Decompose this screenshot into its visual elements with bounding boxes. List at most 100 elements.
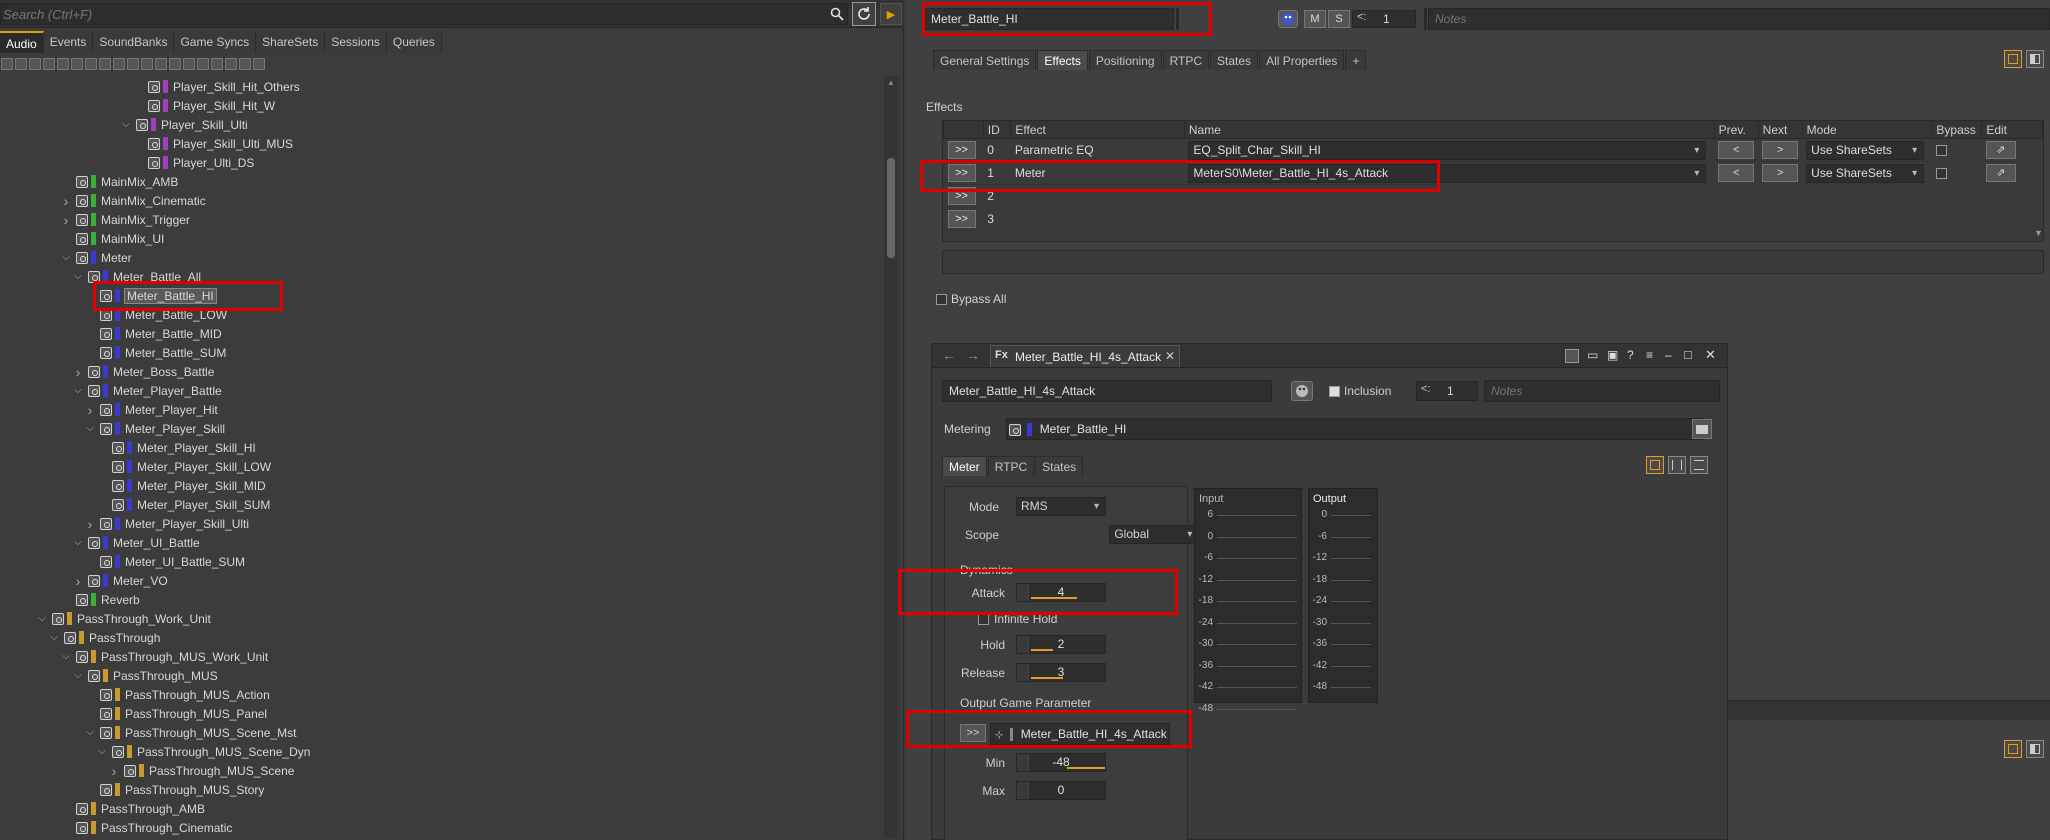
expand-icon[interactable]: › [60,193,72,209]
collapse-icon[interactable]: ⌵ [72,537,84,549]
tree-item[interactable]: PassThrough_MUS_Panel [84,704,267,723]
attack-slider[interactable]: 4 [1016,583,1106,602]
tree-item[interactable]: PassThrough_MUS_Story [84,780,264,799]
tree-item[interactable]: Meter_Battle_MID [84,324,222,343]
effect-row[interactable]: >> 1 Meter MeterS0\Meter_Battle_HI_4s_Attac… [943,161,2043,185]
tree-item[interactable]: PassThrough_Cinematic [60,818,232,837]
minimize-icon[interactable]: – [1665,348,1672,362]
editor-notes-field[interactable] [1484,380,1720,402]
collapse-icon[interactable]: ⌵ [84,423,96,435]
effect-row[interactable]: >> 0 Parametric EQ EQ_Split_Char_Skill_HI < >… [943,138,2043,162]
layout-single-icon[interactable] [2004,50,2022,68]
toolbar-tool-icon[interactable] [239,58,251,70]
maximize-icon[interactable]: □ [1684,347,1692,362]
output-parameter-menu-button[interactable]: >> [960,724,986,742]
pin-icon[interactable] [1565,349,1579,363]
scope-dropdown[interactable]: Global [1109,525,1200,544]
tab-general-settings[interactable]: General Settings [933,50,1037,70]
edit-effect-icon[interactable]: ⇗ [1985,164,2016,182]
bypass-all-checkbox[interactable] [936,293,947,305]
output-parameter-field[interactable]: ⊹ Meter_Battle_HI_4s_Attack [990,723,1170,745]
toolbar-tool-icon[interactable] [225,58,237,70]
tree-item[interactable]: ⌵ Meter_Player_Battle [72,381,222,400]
tree-item[interactable]: › Meter_Player_Skill_Ulti [84,514,249,533]
tab-sessions[interactable]: Sessions [325,31,387,53]
editor-layout-single-icon[interactable] [1646,456,1664,474]
toolbar-tool-icon[interactable] [99,58,111,70]
save-icon[interactable]: ▣ [1607,348,1618,362]
editor-tab-rtpc[interactable]: RTPC [987,456,1035,476]
tree-item[interactable]: › Meter_Player_Hit [84,400,218,419]
tree-item[interactable]: Meter_Player_Skill_MID [96,476,266,495]
tree-item[interactable]: ⌵ PassThrough_MUS_Work_Unit [60,647,268,666]
tree-item[interactable]: › MainMix_Cinematic [60,191,206,210]
collapse-icon[interactable]: ⌵ [72,271,84,283]
tree-item[interactable]: › MainMix_Trigger [60,210,190,229]
tree-item[interactable]: ⌵ PassThrough_MUS_Scene_Dyn [96,742,310,761]
metering-target-field[interactable]: Meter_Battle_HI [1006,418,1704,440]
collapse-icon[interactable]: ⌵ [36,613,48,625]
release-slider[interactable]: 3 [1016,663,1106,682]
collapse-icon[interactable]: ⌵ [120,119,132,131]
forward-icon[interactable]: → [966,347,980,363]
scroll-down-icon[interactable]: ▼ [2034,228,2043,238]
arrow-right-icon[interactable]: ▶ [880,3,902,25]
tree-item[interactable]: ⌵ PassThrough [48,628,160,647]
reference-count[interactable]: <: 1 [1352,10,1416,28]
close-tab-icon[interactable]: ✕ [1165,349,1175,363]
max-slider[interactable]: 0 [1016,781,1106,800]
effect-shareset-dropdown[interactable]: EQ_Split_Char_Skill_HI [1188,140,1707,160]
back-icon[interactable]: ← [942,347,956,363]
tree-item[interactable]: ⌵ Meter_UI_Battle [72,533,200,552]
folder-open-icon[interactable]: ▭ [1587,348,1598,362]
scrollbar-thumb[interactable] [887,158,895,258]
bypass-checkbox[interactable] [1935,168,1947,180]
inclusion-checkbox[interactable] [1329,386,1340,397]
tree-item[interactable]: Player_Skill_Ulti_MUS [132,134,293,153]
toolbar-tool-icon[interactable] [1,58,13,70]
color-palette-icon-2[interactable] [1291,381,1313,401]
editor-tab-meter[interactable]: Meter [942,456,987,476]
tab-sharesets[interactable]: ShareSets [256,31,326,53]
tree-item[interactable]: Meter_Player_Skill_SUM [96,495,270,514]
tree-item[interactable]: ⌵ PassThrough_MUS [72,666,218,685]
tree-item[interactable]: Meter_Battle_LOW [84,305,227,324]
tree-item[interactable]: PassThrough_AMB [60,799,205,818]
tab-queries[interactable]: Queries [386,31,442,53]
next-shareset-button[interactable]: > [1762,164,1799,182]
effect-menu-button[interactable]: >> [947,210,976,228]
prev-shareset-button[interactable]: < [1718,164,1755,182]
expand-icon[interactable]: › [60,212,72,228]
expand-icon[interactable]: › [72,364,84,380]
next-shareset-button[interactable]: > [1762,141,1799,159]
mode-dropdown[interactable]: Use ShareSets [1806,163,1925,183]
tree-item[interactable]: Meter_Battle_SUM [84,343,226,362]
browse-folder-icon[interactable] [1692,419,1712,439]
effect-name-field[interactable]: Meter_Battle_HI_4s_Attack [942,380,1272,402]
tree-item[interactable]: ⌵ Player_Skill_Ulti [120,115,248,134]
tree-item[interactable]: › PassThrough_MUS_Scene [108,761,295,780]
tree-item[interactable]: Meter_Player_Skill_HI [96,438,256,457]
editor-tab[interactable]: Fx Meter_Battle_HI_4s_Attack ✕ [990,345,1180,367]
toolbar-tool-icon[interactable] [71,58,83,70]
toolbar-tool-icon[interactable] [85,58,97,70]
hold-slider[interactable]: 2 [1016,635,1106,654]
tree-item[interactable]: PassThrough_MUS_Action [84,685,270,704]
effect-menu-button[interactable]: >> [947,141,976,159]
refresh-icon[interactable] [852,2,876,26]
tree-item[interactable]: MainMix_AMB [60,172,178,191]
toolbar-tool-icon[interactable] [43,58,55,70]
prev-shareset-button[interactable]: < [1718,141,1755,159]
tree-item[interactable]: Player_Ulti_DS [132,153,254,172]
tab-events[interactable]: Events [43,31,94,53]
tab-game-syncs[interactable]: Game Syncs [174,31,257,53]
mode-dropdown[interactable]: RMS [1016,497,1106,516]
effect-row[interactable]: >> 3 [943,207,2043,231]
expand-icon[interactable]: › [84,402,96,418]
toolbar-tool-icon[interactable] [127,58,139,70]
collapse-icon[interactable]: ⌵ [84,727,96,739]
tree-item[interactable]: ⌵ Meter_Battle_All [72,267,201,286]
search-input[interactable] [0,3,848,25]
close-window-icon[interactable]: ✕ [1705,347,1716,363]
toolbar-tool-icon[interactable] [253,58,265,70]
